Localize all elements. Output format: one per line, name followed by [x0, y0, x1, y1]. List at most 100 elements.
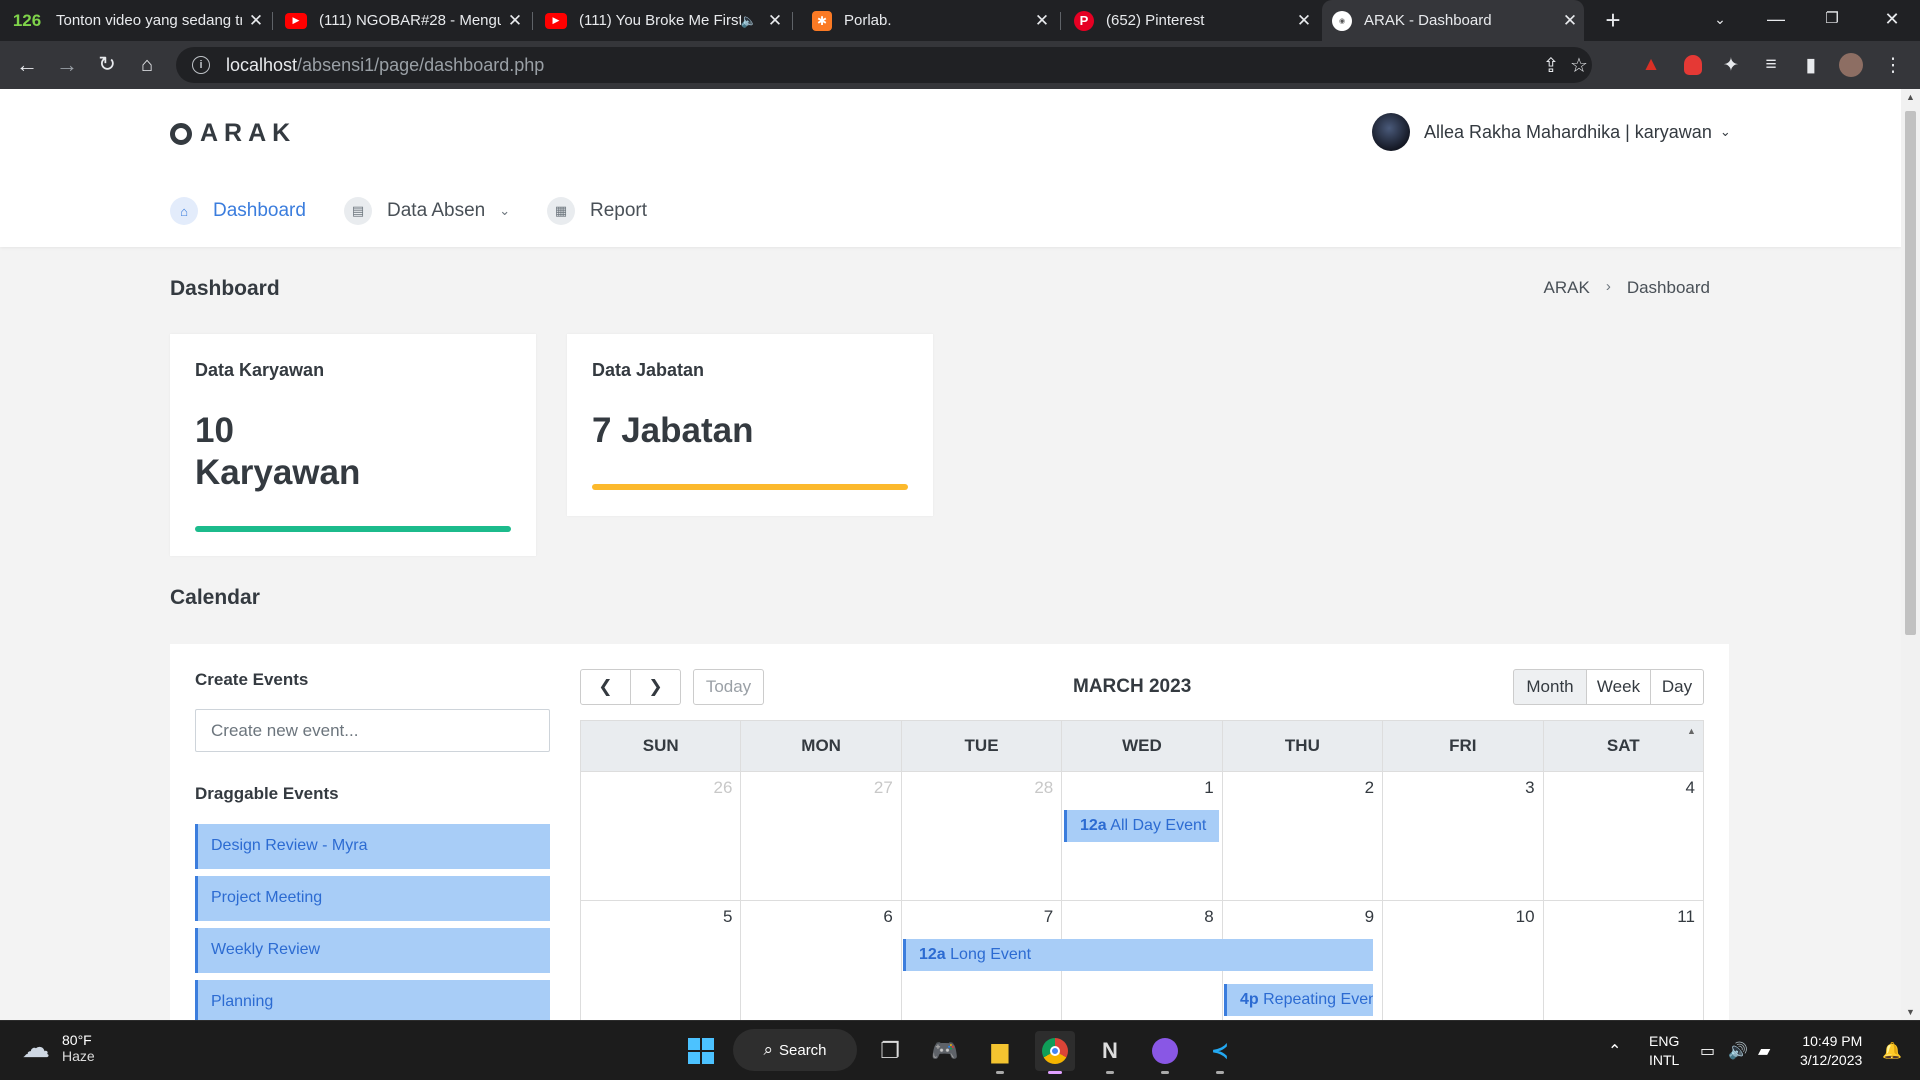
view-day-button[interactable]: Day [1650, 669, 1704, 705]
tab-you-broke-me-first[interactable]: ▶ (111) You Broke Me First 🔈 ✕ [535, 0, 789, 41]
calendar-event[interactable]: 12a Long Event [903, 939, 1373, 971]
task-view-icon[interactable]: ❐ [870, 1031, 910, 1071]
battery-icon[interactable]: ▰ [1758, 1021, 1770, 1080]
windows-start-icon[interactable] [681, 1031, 721, 1071]
user-menu[interactable]: Allea Rakha Mahardhika | karyawan ⌄ [1372, 113, 1731, 151]
draggable-event[interactable]: Project Meeting [195, 876, 550, 921]
draggable-event[interactable]: Planning [195, 980, 550, 1020]
calendar-body: 26 27 28 1 2 3 4 12a All Day Event 5 6 7… [580, 772, 1704, 1020]
restore-icon[interactable]: ❐ [1804, 0, 1860, 41]
event-title: All Day Event [1110, 817, 1207, 834]
next-month-button[interactable]: ❯ [630, 669, 681, 705]
card-data-karyawan: Data Karyawan 10 Karyawan [170, 334, 536, 556]
today-button[interactable]: Today [693, 669, 764, 705]
weekday-label: WED [1061, 721, 1221, 771]
scrollbar-thumb[interactable] [1905, 111, 1916, 635]
new-tab-icon[interactable]: + [1598, 6, 1628, 36]
minimize-icon[interactable]: — [1748, 0, 1804, 41]
browser-menu-icon[interactable]: ⋮ [1880, 52, 1906, 78]
nav-dashboard[interactable]: ⌂ Dashboard [170, 197, 306, 225]
calendar-event[interactable]: 4p Repeating Event [1224, 984, 1373, 1016]
close-icon[interactable]: ✕ [1290, 11, 1318, 31]
day-number: 3 [1525, 778, 1535, 797]
close-icon[interactable]: ✕ [501, 11, 529, 31]
weekday-label: MON [740, 721, 900, 771]
view-week-button[interactable]: Week [1586, 669, 1651, 705]
create-event-input[interactable] [195, 709, 550, 752]
speaker-icon[interactable]: 🔈 [741, 13, 757, 29]
calendar-icon: ▦ [547, 197, 575, 225]
calendar-day[interactable]: 26 [581, 772, 740, 900]
close-icon[interactable]: ✕ [761, 11, 789, 31]
media-queue-icon[interactable]: ≡ [1758, 52, 1784, 78]
draggable-event[interactable]: Design Review - Myra [195, 824, 550, 869]
extension-badge-icon[interactable]: ▲ [1638, 52, 1664, 78]
notion-icon[interactable]: N [1090, 1031, 1130, 1074]
volume-icon[interactable]: 🔊 [1728, 1021, 1748, 1080]
file-explorer-icon[interactable]: ▆ [980, 1031, 1020, 1074]
prev-month-button[interactable]: ❮ [580, 669, 631, 705]
breadcrumb-home[interactable]: ARAK [1544, 278, 1590, 298]
home-icon[interactable]: ⌂ [132, 50, 162, 80]
calendar-scroll-up-icon[interactable]: ▲ [1687, 726, 1696, 736]
bookmark-star-icon[interactable]: ☆ [1566, 53, 1592, 78]
calendar-day[interactable]: 4 [1542, 772, 1703, 900]
site-icon: ◉ [1332, 10, 1352, 31]
day-number: 10 [1515, 907, 1535, 926]
language-indicator[interactable]: ENG INTL [1649, 1032, 1679, 1070]
tab-video-trending[interactable]: 126 Tonton video yang sedang tren ✕ [0, 0, 270, 41]
window-close-icon[interactable]: ✕ [1864, 0, 1920, 41]
view-month-button[interactable]: Month [1513, 669, 1587, 705]
adblock-icon[interactable] [1680, 52, 1706, 78]
scroll-up-icon[interactable]: ▲ [1901, 92, 1920, 102]
card-value-unit: Karyawan [195, 453, 361, 492]
nav-data-absen[interactable]: ▤ Data Absen ⌄ [344, 197, 510, 225]
scroll-down-icon[interactable]: ▼ [1901, 1007, 1920, 1017]
back-icon[interactable]: ← [12, 50, 42, 80]
app-logo[interactable]: ARAK [170, 119, 296, 148]
gamepad-icon[interactable]: 🎮 [925, 1031, 965, 1071]
draggable-event[interactable]: Weekly Review [195, 928, 550, 973]
address-bar[interactable]: i localhost/absensi1/page/dashboard.php … [176, 47, 1592, 83]
page-scrollbar[interactable]: ▲ ▼ [1901, 89, 1920, 1020]
site-info-icon[interactable]: i [192, 56, 210, 74]
github-icon[interactable] [1145, 1031, 1185, 1074]
notification-bell-icon[interactable]: 🔔 [1882, 1021, 1902, 1080]
taskbar-search-button[interactable]: ⌕ Search [733, 1029, 857, 1071]
calendar-day[interactable]: 2 [1221, 772, 1382, 900]
weather-widget[interactable]: ☁ 80°F Haze [22, 1031, 95, 1064]
nav-report[interactable]: ▦ Report [547, 197, 647, 225]
calendar-month-title: MARCH 2023 [1073, 676, 1192, 697]
calendar-day[interactable]: 11 [1542, 901, 1703, 1020]
calendar-day[interactable]: 6 [740, 901, 900, 1020]
calendar-day[interactable]: 28 [900, 772, 1061, 900]
calendar-day[interactable]: 27 [740, 772, 900, 900]
extensions-puzzle-icon[interactable]: ✦ [1718, 52, 1744, 78]
calendar-event[interactable]: 12a All Day Event [1064, 810, 1219, 842]
close-icon[interactable]: ✕ [1556, 11, 1584, 31]
close-icon[interactable]: ✕ [242, 11, 270, 31]
share-icon[interactable]: ⇪ [1538, 53, 1564, 78]
reload-icon[interactable]: ↻ [92, 50, 122, 80]
tab-ngobar[interactable]: ▶ (111) NGOBAR#28 - Mengupas ✕ [275, 0, 529, 41]
weather-condition: Haze [62, 1047, 95, 1064]
tray-chevron-icon[interactable]: ⌃ [1608, 1021, 1621, 1080]
tab-porlab[interactable]: ✱ Porlab. ✕ [802, 0, 1056, 41]
vscode-icon[interactable]: ≺ [1200, 1031, 1240, 1074]
tab-search-chevron-icon[interactable]: ⌄ [1692, 0, 1748, 41]
close-icon[interactable]: ✕ [1028, 11, 1056, 31]
day-number: 28 [1034, 778, 1054, 797]
tab-pinterest[interactable]: P (652) Pinterest ✕ [1064, 0, 1318, 41]
tab-arak-dashboard[interactable]: ◉ ARAK - Dashboard ✕ [1322, 0, 1584, 41]
chrome-icon[interactable] [1035, 1031, 1075, 1074]
card-progress-bar [195, 526, 511, 532]
network-icon[interactable]: ▭ [1700, 1021, 1715, 1080]
profile-avatar-icon[interactable] [1838, 52, 1864, 78]
side-panel-icon[interactable]: ▮ [1798, 52, 1824, 78]
calendar-day[interactable]: 5 [581, 901, 740, 1020]
calendar-day[interactable]: 10 [1382, 901, 1542, 1020]
clock[interactable]: 10:49 PM 3/12/2023 [1800, 1032, 1862, 1070]
forward-icon[interactable]: → [52, 50, 82, 80]
url-path: /absensi1/page/dashboard.php [297, 54, 545, 75]
calendar-day[interactable]: 3 [1382, 772, 1542, 900]
